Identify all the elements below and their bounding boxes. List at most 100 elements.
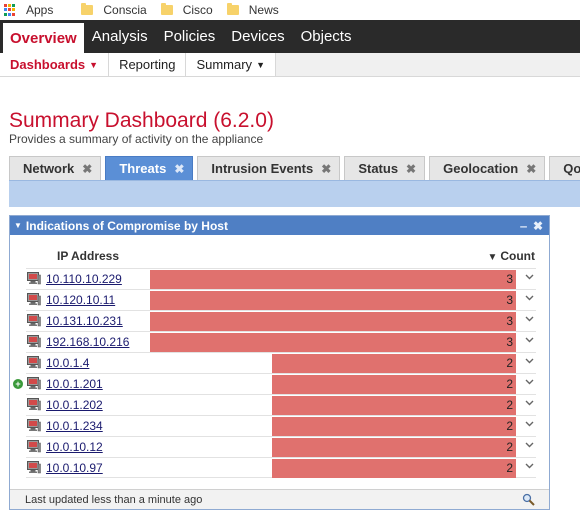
table-row: 10.0.1.202 2 <box>26 394 536 415</box>
nav-analysis[interactable]: Analysis <box>84 20 156 53</box>
count-value: 3 <box>506 314 513 328</box>
count-value: 3 <box>506 272 513 286</box>
chevron-down-icon[interactable] <box>525 461 534 472</box>
host-ip-link[interactable]: 10.110.10.229 <box>46 272 122 286</box>
tab-network[interactable]: Network ✖ <box>9 156 102 180</box>
caret-down-icon: ▼ <box>89 59 99 70</box>
col-count[interactable]: ▼ Count <box>487 249 535 263</box>
close-icon[interactable]: ✖ <box>321 162 331 176</box>
tab-label: Status <box>358 161 399 176</box>
folder-icon <box>81 3 94 15</box>
chevron-down-icon[interactable] <box>525 314 534 325</box>
bookmark-apps[interactable]: Apps <box>4 0 53 20</box>
table-row: 10.120.10.11 3 <box>26 289 536 310</box>
bookmark-cisco[interactable]: Cisco <box>160 0 213 20</box>
close-icon[interactable]: ✖ <box>526 162 536 176</box>
chevron-down-icon[interactable] <box>525 419 534 430</box>
count-bar <box>272 375 516 394</box>
close-icon[interactable]: ✖ <box>406 162 416 176</box>
subnav-dashboards[interactable]: Dashboards ▼ <box>0 53 110 76</box>
bookmark-news[interactable]: News <box>226 0 279 20</box>
count-value: 2 <box>506 461 513 475</box>
subnav-reporting[interactable]: Reporting <box>109 53 187 76</box>
subnav-label: Dashboards <box>10 57 86 72</box>
widget-header[interactable]: ▼ Indications of Compromise by Host ‒ ✖ <box>10 216 549 235</box>
chevron-down-icon[interactable] <box>525 377 534 388</box>
count-bar <box>272 438 516 457</box>
host-icon <box>27 418 41 432</box>
host-ip-link[interactable]: 10.0.10.97 <box>46 461 103 475</box>
add-icon[interactable]: + <box>13 379 23 389</box>
table-row: 10.131.10.231 3 <box>26 310 536 331</box>
tab-label: Intrusion Events <box>211 161 314 176</box>
tab-intrusion-events[interactable]: Intrusion Events ✖ <box>197 156 341 180</box>
page-title: Summary Dashboard (6.2.0) <box>9 109 274 132</box>
host-ip-link[interactable]: 10.0.1.234 <box>46 419 103 433</box>
table-row: 10.0.1.234 2 <box>26 415 536 436</box>
count-bar <box>272 459 516 478</box>
host-ip-link[interactable]: 10.0.1.201 <box>46 377 103 391</box>
minimize-icon[interactable]: ‒ <box>520 219 527 233</box>
subnav-summary[interactable]: Summary ▼ <box>186 53 276 76</box>
host-ip-link[interactable]: 10.120.10.11 <box>46 293 115 307</box>
table-row: +10.0.1.201 2 <box>13 373 536 394</box>
tab-qos[interactable]: Qo <box>549 156 580 180</box>
host-icon <box>27 355 41 369</box>
chevron-down-icon[interactable] <box>525 272 534 283</box>
bookmark-label: Apps <box>26 3 54 17</box>
chevron-down-icon[interactable] <box>525 440 534 451</box>
table-row: 10.0.10.97 2 <box>26 457 536 478</box>
main-nav: Overview Analysis Policies Devices Objec… <box>0 20 580 53</box>
chevron-down-icon[interactable] <box>525 293 534 304</box>
tab-content-bar <box>9 180 580 207</box>
host-ip-link[interactable]: 10.131.10.231 <box>46 314 123 328</box>
host-list: 10.110.10.229 3 10.120.10.11 3 10.131.10.231… <box>13 268 536 478</box>
dashboard-tabs: Network ✖ Threats ✖ Intrusion Events ✖ S… <box>9 156 580 180</box>
chevron-down-icon[interactable] <box>525 335 534 346</box>
host-icon <box>27 460 41 474</box>
close-icon[interactable]: ✖ <box>82 162 92 176</box>
bookmarks-bar: Apps Conscia Cisco News <box>0 0 580 20</box>
chevron-down-icon[interactable] <box>525 356 534 367</box>
count-value: 2 <box>506 440 513 454</box>
sort-desc-icon: ▼ <box>487 252 498 263</box>
count-bar <box>272 354 516 373</box>
tab-geolocation[interactable]: Geolocation ✖ <box>429 156 546 180</box>
tab-status[interactable]: Status ✖ <box>344 156 426 180</box>
sub-nav: Dashboards ▼ Reporting Summary ▼ <box>0 53 580 77</box>
table-row: 10.0.10.12 2 <box>26 436 536 457</box>
host-ip-link[interactable]: 10.0.1.202 <box>46 398 103 412</box>
subnav-label: Summary <box>196 57 253 72</box>
folder-icon <box>226 3 239 15</box>
widget-title: Indications of Compromise by Host <box>25 218 228 233</box>
collapse-triangle-icon[interactable]: ▼ <box>14 221 22 230</box>
tab-threats[interactable]: Threats ✖ <box>105 156 194 180</box>
host-icon <box>27 397 41 411</box>
page-subtitle: Provides a summary of activity on the ap… <box>9 132 264 146</box>
last-updated-text: Last updated less than a minute ago <box>25 493 203 506</box>
host-icon <box>27 376 41 390</box>
apps-grid-icon <box>4 4 16 16</box>
nav-policies[interactable]: Policies <box>156 20 224 53</box>
bookmark-label: Conscia <box>103 3 147 17</box>
host-ip-link[interactable]: 10.0.10.12 <box>46 440 103 454</box>
nav-devices[interactable]: Devices <box>223 20 292 53</box>
nav-overview[interactable]: Overview <box>3 20 84 53</box>
col-ip-address[interactable]: IP Address <box>57 249 119 263</box>
tab-label: Qo <box>563 161 580 176</box>
host-icon <box>27 334 41 348</box>
count-bar <box>150 333 516 352</box>
subnav-label: Reporting <box>119 57 176 72</box>
close-icon[interactable]: ✖ <box>533 219 543 233</box>
bookmark-conscia[interactable]: Conscia <box>81 0 147 20</box>
column-header: IP Address ▼ Count <box>10 249 549 265</box>
tab-label: Network <box>23 161 75 176</box>
host-ip-link[interactable]: 10.0.1.4 <box>46 356 89 370</box>
nav-objects[interactable]: Objects <box>293 20 360 53</box>
chevron-down-icon[interactable] <box>525 398 534 409</box>
close-icon[interactable]: ✖ <box>174 162 184 176</box>
count-value: 2 <box>506 377 513 391</box>
search-icon[interactable] <box>522 493 535 509</box>
tab-label: Geolocation <box>443 161 519 176</box>
host-ip-link[interactable]: 192.168.10.216 <box>46 335 129 349</box>
